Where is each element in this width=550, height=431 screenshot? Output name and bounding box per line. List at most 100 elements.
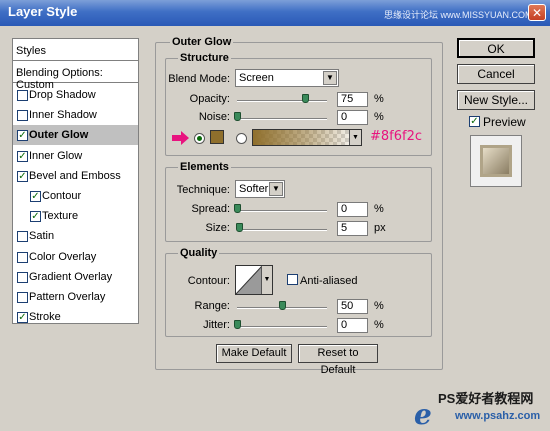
range-unit: % (374, 300, 384, 312)
close-button[interactable]: ✕ (528, 4, 546, 21)
sidebar-item-bevel-and-emboss[interactable]: ✓ Bevel and Emboss (13, 166, 138, 186)
sidebar-checkbox[interactable] (17, 231, 28, 243)
opacity-unit: % (374, 93, 384, 105)
quality-title: Quality (178, 247, 220, 259)
sidebar-item-satin[interactable]: Satin (13, 226, 138, 246)
sidebar-item-label: Inner Shadow (29, 109, 97, 122)
spread-label: Spread: (191, 203, 230, 215)
pink-arrow-shape (172, 131, 189, 145)
sidebar-item-drop-shadow[interactable]: Drop Shadow (13, 85, 138, 105)
technique-label: Technique: (176, 184, 230, 196)
noise-slider-track[interactable] (237, 118, 327, 120)
sidebar-item-label: Pattern Overlay (29, 291, 106, 303)
outer-glow-title: Outer Glow (170, 36, 234, 48)
noise-label: Noise: (198, 111, 230, 123)
size-slider-track[interactable] (237, 229, 327, 231)
jitter-unit: % (374, 319, 384, 331)
sidebar-item-outer-glow[interactable]: ✓ Outer Glow (13, 125, 138, 146)
sidebar-checkbox[interactable]: ✓ (17, 130, 28, 142)
preview-checkbox[interactable]: ✓ (469, 116, 480, 127)
range-field[interactable]: 50 (337, 299, 368, 314)
make-default-button[interactable]: Make Default (216, 344, 292, 363)
gradient-picker[interactable]: ▼ (252, 129, 362, 146)
blending-options-item[interactable]: Blending Options: Custom (13, 63, 138, 91)
size-unit: px (374, 222, 386, 234)
sidebar-item-label: Inner Glow (29, 149, 83, 162)
anti-aliased-checkbox[interactable] (287, 274, 298, 285)
sidebar-checkbox[interactable]: ✓ (30, 191, 41, 202)
spread-slider-track[interactable] (237, 210, 327, 212)
chevron-down-icon: ▼ (269, 182, 283, 196)
size-slider-thumb[interactable] (235, 223, 243, 232)
size-label: Size: (205, 222, 230, 234)
reset-default-button[interactable]: Reset to Default (298, 344, 378, 376)
spread-slider-thumb[interactable] (234, 204, 241, 213)
noise-slider-thumb[interactable] (234, 112, 241, 121)
noise-unit: % (374, 111, 384, 123)
opacity-slider-track[interactable] (237, 100, 327, 102)
style-preview-thumbnail (470, 135, 522, 187)
styles-list: Styles Blending Options: Custom Drop Sha… (12, 38, 139, 324)
sidebar-item-contour[interactable]: ✓ Contour (13, 186, 138, 206)
opacity-field[interactable]: 75 (337, 92, 368, 107)
sidebar-item-inner-glow[interactable]: ✓ Inner Glow (13, 146, 138, 166)
sidebar-item-label: Bevel and Emboss (29, 169, 121, 182)
styles-header-label: Styles (16, 45, 46, 57)
technique-value: Softer (239, 183, 269, 195)
preview-swatch (480, 145, 512, 177)
sidebar-checkbox[interactable] (17, 251, 28, 263)
sidebar-item-color-overlay[interactable]: Color Overlay (13, 247, 138, 267)
opacity-label: Opacity: (189, 93, 230, 105)
gradient-dropdown-icon[interactable]: ▼ (349, 130, 361, 145)
window-title: Layer Style (8, 4, 78, 19)
jitter-field[interactable]: 0 (337, 318, 368, 333)
sidebar-checkbox[interactable] (17, 271, 28, 283)
blend-mode-label: Blend Mode: (168, 73, 230, 85)
jitter-label: Jitter: (203, 319, 230, 331)
glow-color-swatch[interactable] (210, 130, 224, 144)
contour-picker[interactable]: ▼ (235, 265, 273, 295)
pink-arrow-icon (172, 131, 189, 145)
blend-mode-select[interactable]: Screen ▼ (235, 69, 339, 87)
sidebar-item-texture[interactable]: ✓ Texture (13, 206, 138, 226)
contour-dropdown-icon[interactable]: ▼ (261, 266, 272, 294)
solid-color-radio[interactable] (194, 133, 205, 144)
sidebar-checkbox[interactable]: ✓ (17, 170, 28, 182)
range-slider-thumb[interactable] (279, 301, 286, 310)
opacity-slider-thumb[interactable] (301, 94, 309, 103)
spread-field[interactable]: 0 (337, 202, 368, 217)
new-style-button[interactable]: New Style... (457, 90, 535, 110)
sidebar-item-label: Outer Glow (29, 129, 89, 142)
sidebar-item-label: Contour (42, 190, 82, 202)
size-field[interactable]: 5 (337, 221, 368, 236)
title-bar[interactable]: Layer Style 思缘设计论坛 www.MISSYUAN.COM ✕ (0, 0, 550, 26)
sidebar-item-stroke[interactable]: ✓ Stroke (13, 307, 138, 324)
ok-button[interactable]: OK (457, 38, 535, 58)
chevron-down-icon: ▼ (323, 71, 337, 85)
sidebar-checkbox[interactable] (17, 292, 28, 303)
sidebar-checkbox[interactable] (17, 90, 28, 101)
sidebar-item-label: Drop Shadow (29, 89, 96, 101)
sidebar-item-label: Texture (42, 210, 79, 223)
sidebar-checkbox[interactable]: ✓ (17, 150, 28, 162)
gradient-radio[interactable] (236, 133, 247, 144)
sidebar-checkbox[interactable] (17, 110, 28, 122)
range-label: Range: (194, 300, 230, 312)
preview-label: Preview (483, 115, 526, 129)
noise-field[interactable]: 0 (337, 110, 368, 125)
sidebar-item-inner-shadow[interactable]: Inner Shadow (13, 105, 138, 125)
sidebar-item-gradient-overlay[interactable]: Gradient Overlay (13, 267, 138, 287)
contour-label: Contour: (187, 275, 230, 287)
sidebar-checkbox[interactable]: ✓ (17, 312, 28, 323)
footer-watermark-line2: www.psahz.com (455, 410, 541, 422)
sidebar-item-label: Stroke (29, 311, 61, 324)
technique-select[interactable]: Softer ▼ (235, 180, 285, 198)
sidebar-checkbox[interactable]: ✓ (30, 211, 41, 223)
jitter-slider-thumb[interactable] (234, 320, 241, 329)
cancel-button[interactable]: Cancel (457, 64, 535, 84)
sidebar-item-label: Satin (29, 230, 55, 243)
structure-title: Structure (178, 52, 231, 64)
styles-header[interactable]: Styles (13, 41, 138, 61)
jitter-slider-track[interactable] (237, 326, 327, 328)
sidebar-item-pattern-overlay[interactable]: Pattern Overlay (13, 287, 138, 307)
